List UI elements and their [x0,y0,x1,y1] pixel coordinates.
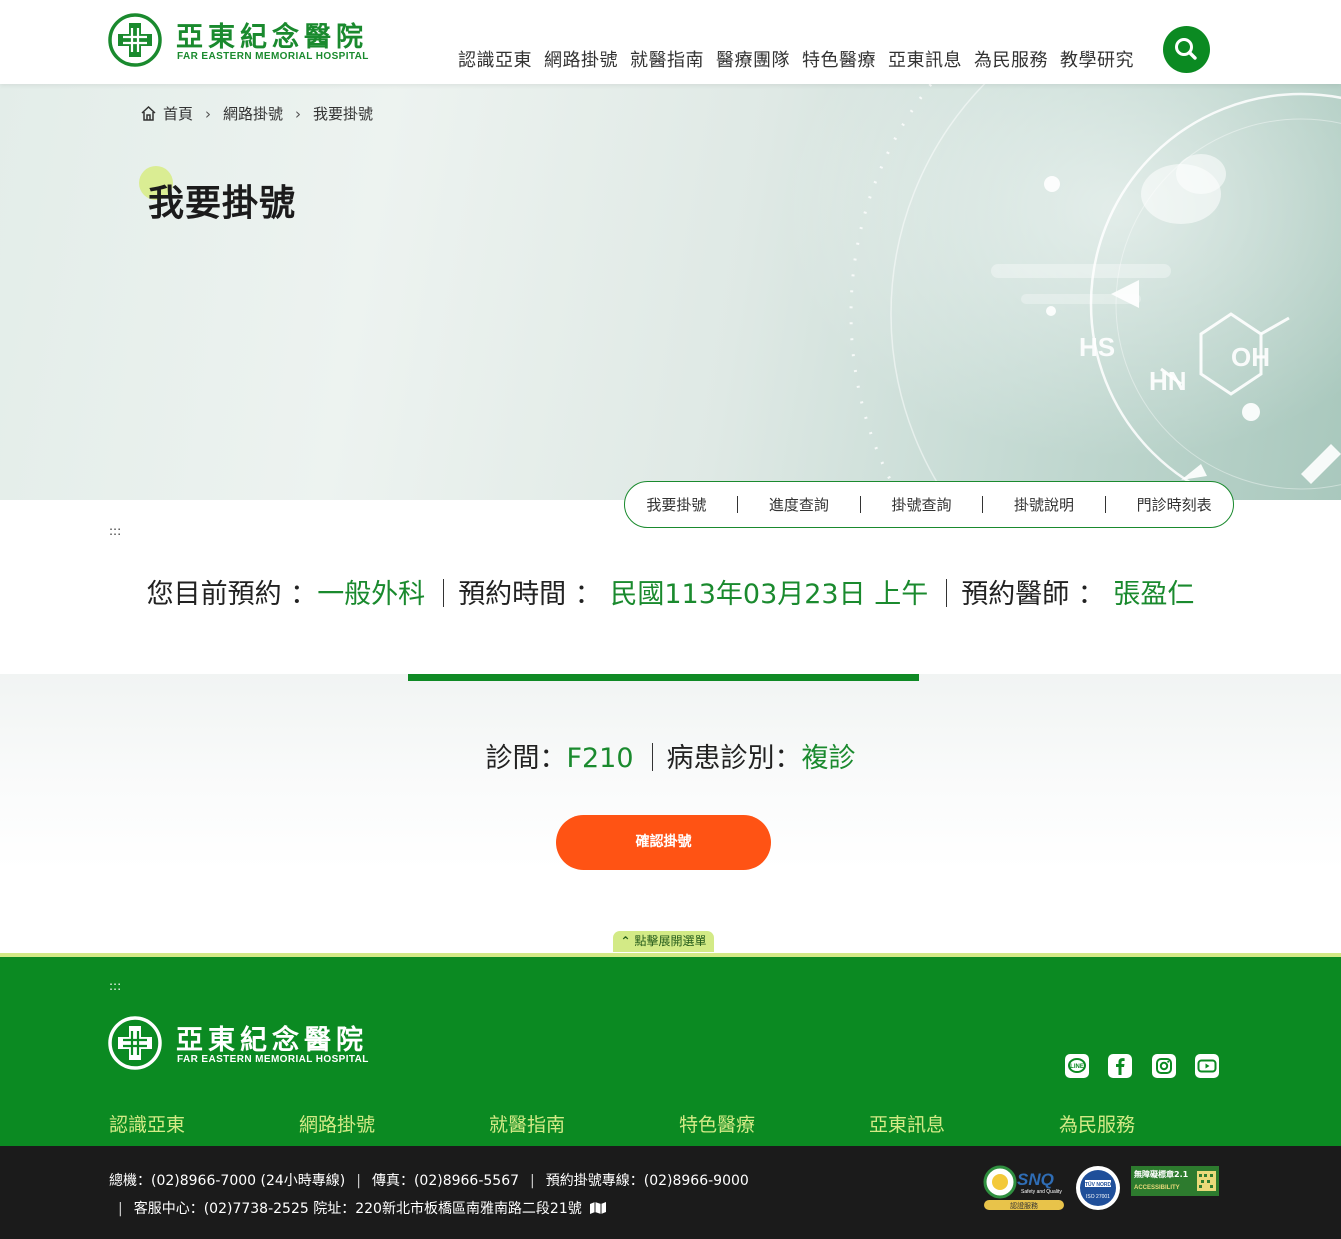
tuv-subtext: ISO 27001 [1086,1194,1110,1200]
nav-item-news[interactable]: 亞東訊息 [888,46,962,72]
breadcrumb-home[interactable]: 首頁 [163,103,193,124]
footer-nav-news[interactable]: 亞東訊息 [869,1110,1029,1149]
subnav-item-lookup[interactable]: 掛號查詢 [891,494,951,515]
chevron-right-icon: › [295,104,302,123]
room-label: 診間： [485,743,567,774]
service-center-address: 客服中心：(02)7738-2525 院址：220新北市板橋區南雅南路二段21號 [133,1201,582,1217]
appointment-summary: 您目前預約 ：一般外科 預約時間 ： 民國113年03月23日 上午 預約醫師 ： … [0,572,1341,611]
dept-value: 一般外科 [317,579,426,610]
time-label: 預約時間 ： [458,579,602,610]
hospital-cross-logo-icon [108,1016,162,1070]
contact-line-1: 總機：(02)8966-7000 (24小時專線) | 傳真：(02)8966-55… [109,1173,749,1189]
chevron-up-icon: ⌃ [620,934,631,948]
patient-type-label: 病患診別： [666,743,802,774]
footer-hospital-logo[interactable]: 亞東紀念醫院 FAR EASTERN MEMORIAL HOSPITAL [108,1016,378,1070]
subnav-divider [737,496,739,513]
instagram-icon[interactable] [1152,1054,1176,1078]
snq-text: SNQ [1017,1170,1054,1189]
footer-nav-patient-guide[interactable]: 就醫指南 [489,1110,649,1149]
nav-item-public-service[interactable]: 為民服務 [974,46,1048,72]
footer-nav: 認識亞東 網路掛號 就醫指南 特色醫療 亞東訊息 為民服務 [109,1110,1249,1149]
patient-type-value: 複診 [801,743,856,774]
subnav-item-schedule[interactable]: 門診時刻表 [1137,494,1212,515]
fax: 傳真：(02)8966-5567 [371,1173,520,1189]
main-nav: 認識亞東 網路掛號 就醫指南 醫療團隊 特色醫療 亞東訊息 為民服務 教學研究 [452,46,1140,72]
subnav-divider [859,496,861,513]
subnav-item-progress[interactable]: 進度查詢 [769,494,829,515]
logo-chinese-name: 亞東紀念醫院 [176,1025,368,1056]
home-icon [141,105,156,121]
summary-divider [443,579,445,607]
logo-chinese-name: 亞東紀念醫院 [176,22,368,53]
summary-divider [946,579,948,607]
footer-nav-about[interactable]: 認識亞東 [109,1110,269,1149]
formula-label-oh: OH [1231,342,1270,372]
appointment-hotline: 預約掛號專線：(02)8966-9000 [545,1173,749,1189]
accessibility-badge: 無障礙標章2.1 ACCESSIBILITY [1131,1166,1219,1196]
tuv-text: TÜV NORD [1085,1181,1112,1188]
footer-nav-specialties[interactable]: 特色醫療 [679,1110,839,1149]
expand-menu-button[interactable]: ⌃ 點擊展開選單 [613,931,714,952]
accesskey-footer[interactable]: ::: [109,979,121,993]
subnav-item-instructions[interactable]: 掛號說明 [1014,494,1074,515]
confirm-registration-button[interactable]: 確認掛號 [556,815,771,870]
phone-main: 總機：(02)8966-7000 (24小時專線) [109,1173,346,1189]
footer-top-line [0,953,1341,957]
svg-text:LINE: LINE [1070,1064,1084,1070]
breadcrumb-current: 我要掛號 [313,105,374,123]
search-button[interactable] [1163,26,1210,73]
expand-menu-label: 點擊展開選單 [634,934,707,948]
footer-nav-public-service[interactable]: 為民服務 [1059,1110,1219,1149]
footer-nav-online-registration[interactable]: 網路掛號 [299,1110,459,1149]
nav-item-teaching-research[interactable]: 教學研究 [1060,46,1134,72]
hospital-cross-logo-icon [108,13,162,67]
facebook-icon[interactable] [1108,1054,1132,1078]
nav-item-online-registration[interactable]: 網路掛號 [544,46,618,72]
tuv-iso-badge: TÜV NORD ISO 27001 [1075,1165,1121,1211]
breadcrumb-online-registration[interactable]: 網路掛號 [223,103,283,124]
accessibility-title: 無障礙標章2.1 [1134,1169,1189,1179]
search-icon [1175,38,1197,60]
logo-english-name: FAR EASTERN MEMORIAL HOSPITAL [177,1054,369,1065]
youtube-icon[interactable] [1195,1054,1219,1078]
nav-item-medical-team[interactable]: 醫療團隊 [716,46,790,72]
doctor-value: 張盈仁 [1104,579,1195,610]
snq-ribbon: 認證服務 [1010,1201,1038,1210]
subnav-item-register[interactable]: 我要掛號 [646,494,706,515]
chevron-right-icon: › [205,104,212,123]
site-footer: ::: 亞東紀念醫院 FAR EASTERN MEMORIAL HOSPITAL… [0,953,1341,1149]
accessibility-subtext: ACCESSIBILITY [1134,1185,1180,1191]
contact-bar: 總機：(02)8966-7000 (24小時專線) | 傳真：(02)8966-55… [0,1146,1341,1239]
snq-subtext: Safety and Quality [1021,1189,1062,1195]
contact-line-2: | 客服中心：(02)7738-2525 院址：220新北市板橋區南雅南路二段21… [109,1198,607,1218]
site-header: 亞東紀念醫院 FAR EASTERN MEMORIAL HOSPITAL 認識亞… [0,0,1341,84]
science-decoration-art: HS HN OH [781,84,1341,500]
time-value: 民國113年03月23日 上午 [601,579,929,610]
page-banner: HS HN OH 首頁 › 網路掛號 › 我要掛號 我要掛號 [0,84,1341,500]
room-value: F210 [566,743,634,774]
doctor-label: 預約醫師 ： [961,579,1105,610]
accesskey-main[interactable]: ::: [109,524,121,538]
formula-label-hn: HN [1149,366,1187,396]
snq-certification-badge: SNQ Safety and Quality 認證服務 [983,1165,1065,1211]
dept-label: 您目前預約 ： [146,579,318,610]
appointment-details: 診間：F210 病患診別：複診 [0,736,1341,775]
nav-item-specialties[interactable]: 特色醫療 [802,46,876,72]
details-divider [651,743,653,771]
registration-subnav: 我要掛號 進度查詢 掛號查詢 掛號說明 門診時刻表 [624,481,1234,528]
formula-label-hs: HS [1079,332,1115,362]
hospital-logo[interactable]: 亞東紀念醫院 FAR EASTERN MEMORIAL HOSPITAL [108,13,378,67]
subnav-divider [982,496,984,513]
detail-accent-bar [408,674,919,681]
map-icon[interactable] [589,1201,607,1215]
page-title: 我要掛號 [148,183,297,224]
logo-english-name: FAR EASTERN MEMORIAL HOSPITAL [177,51,369,62]
appointment-detail-section: 診間：F210 病患診別：複診 確認掛號 [0,674,1341,954]
nav-item-patient-guide[interactable]: 就醫指南 [630,46,704,72]
nav-item-about[interactable]: 認識亞東 [458,46,532,72]
line-icon[interactable]: LINE [1065,1054,1089,1078]
breadcrumb: 首頁 › 網路掛號 › 我要掛號 [140,103,373,124]
subnav-divider [1104,496,1106,513]
